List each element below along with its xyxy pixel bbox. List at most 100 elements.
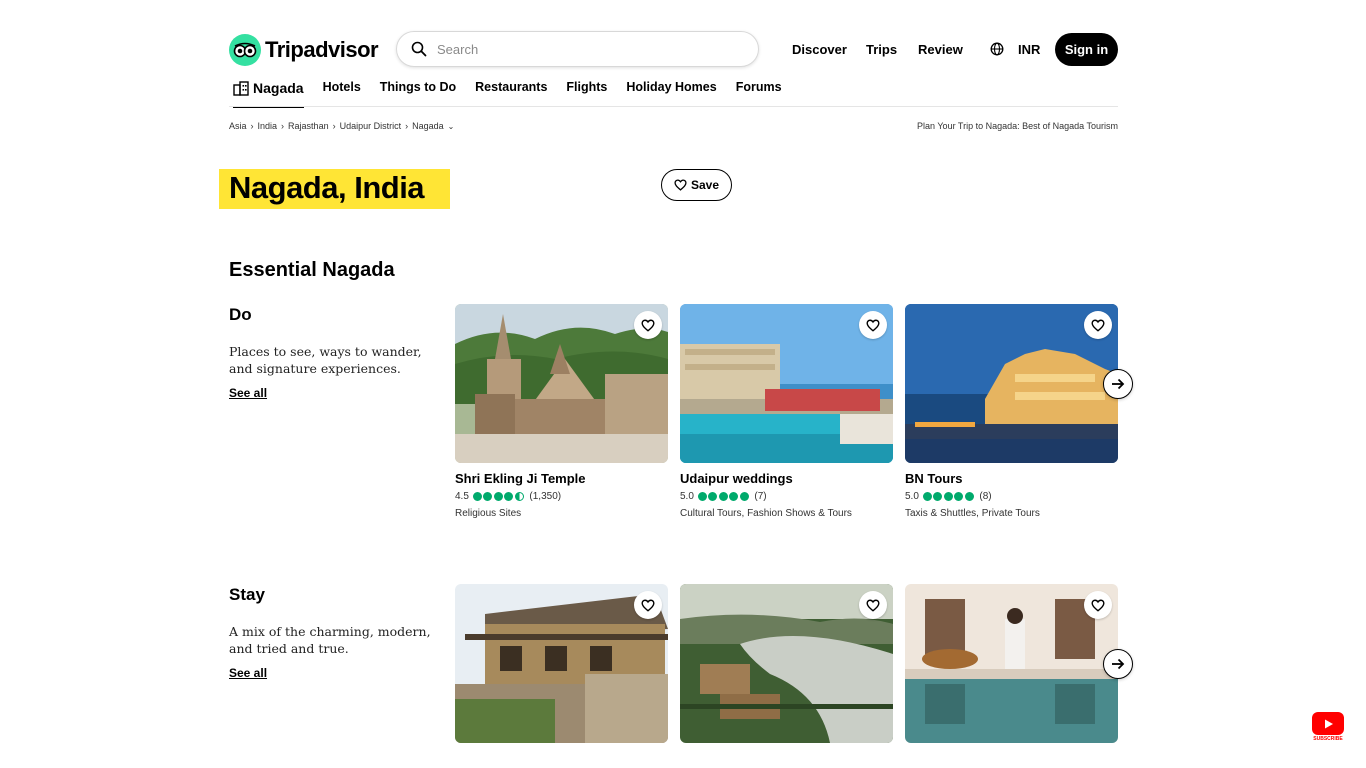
nav-review[interactable]: Review [918, 42, 963, 57]
attraction-card[interactable]: BN Tours 5.0 (8) Taxis & Shuttles, Priva… [905, 304, 1118, 519]
rating-score: 5.0 [680, 491, 694, 502]
heart-icon [1091, 599, 1105, 612]
chevron-right-icon: › [332, 121, 336, 131]
hotel-image[interactable] [680, 584, 893, 743]
carousel-next-button[interactable] [1103, 649, 1133, 679]
heart-icon [674, 179, 687, 191]
save-label: Save [690, 178, 720, 192]
review-count[interactable]: (7) [754, 491, 766, 502]
currency-selector[interactable]: INR [1018, 42, 1040, 57]
heart-icon [1091, 319, 1105, 332]
favorite-button[interactable] [1084, 591, 1112, 619]
rating-score: 5.0 [905, 491, 919, 502]
attraction-image[interactable] [455, 304, 668, 463]
tab-label: Restaurants [475, 80, 548, 94]
tab-label: Flights [566, 80, 608, 94]
tab-things-to-do[interactable]: Things to Do [380, 80, 456, 106]
nav-trips[interactable]: Trips [866, 42, 897, 57]
save-button[interactable]: Save [661, 169, 732, 201]
breadcrumb-rajasthan[interactable]: Rajasthan [288, 121, 329, 131]
tab-label: Things to Do [379, 80, 457, 94]
plan-trip-text: Plan Your Trip to Nagada: Best of Nagada… [917, 121, 1118, 131]
chevron-down-icon[interactable]: ⌄ [448, 122, 455, 131]
tab-label: Forums [735, 80, 782, 94]
tab-restaurants[interactable]: Restaurants [475, 80, 547, 106]
favorite-button[interactable] [859, 591, 887, 619]
arrow-right-icon [1112, 378, 1125, 390]
nav-discover[interactable]: Discover [792, 42, 847, 57]
favorite-button[interactable] [1084, 311, 1112, 339]
tab-nagada[interactable]: Nagada [233, 80, 304, 108]
stay-see-all-link[interactable]: See all [229, 666, 267, 680]
city-icon [233, 81, 249, 96]
rating-bubbles-icon [922, 492, 976, 501]
review-count[interactable]: (8) [979, 491, 991, 502]
attraction-tags: Cultural Tours, Fashion Shows & Tours [680, 508, 852, 519]
hotel-card[interactable] [905, 584, 1118, 743]
chevron-right-icon: › [281, 121, 285, 131]
do-see-all-link[interactable]: See all [229, 386, 267, 400]
do-title: Do [229, 305, 252, 324]
rating: 4.5 (1,350) [455, 491, 668, 502]
favorite-button[interactable] [634, 311, 662, 339]
chevron-right-icon: › [405, 121, 409, 131]
rating: 5.0 (7) [680, 491, 893, 502]
attraction-card[interactable]: Shri Ekling Ji Temple 4.5 (1,350) Religi… [455, 304, 668, 519]
breadcrumb-udaipur-district[interactable]: Udaipur District [340, 121, 402, 131]
chevron-right-icon: › [250, 121, 254, 131]
globe-icon[interactable] [990, 42, 1004, 61]
attraction-tags: Taxis & Shuttles, Private Tours [905, 508, 1040, 519]
rating-score: 4.5 [455, 491, 469, 502]
attraction-name[interactable]: Udaipur weddings [680, 471, 893, 486]
favorite-button[interactable] [634, 591, 662, 619]
tab-holiday-homes[interactable]: Holiday Homes [626, 80, 716, 106]
hotel-image[interactable] [455, 584, 668, 743]
tab-flights[interactable]: Flights [566, 80, 607, 106]
breadcrumb: Asia › India › Rajasthan › Udaipur District… [229, 121, 458, 131]
youtube-logo-icon [1312, 712, 1344, 735]
heart-icon [866, 599, 880, 612]
tab-label: Nagada [253, 80, 304, 96]
search-input[interactable] [435, 40, 729, 58]
page: Tripadvisor Discover Trips Review INR Si… [219, 0, 1133, 768]
rating: 5.0 (8) [905, 491, 1118, 502]
tab-hotels[interactable]: Hotels [323, 80, 361, 106]
search-icon [411, 41, 427, 57]
favorite-button[interactable] [859, 311, 887, 339]
heart-icon [866, 319, 880, 332]
heart-icon [641, 599, 655, 612]
review-count[interactable]: (1,350) [529, 491, 561, 502]
hotel-image[interactable] [905, 584, 1118, 743]
breadcrumb-asia[interactable]: Asia [229, 121, 247, 131]
attraction-tags: Religious Sites [455, 508, 522, 519]
rating-bubbles-icon [697, 492, 751, 501]
brand-name: Tripadvisor [265, 37, 379, 62]
rating-bubbles-icon [472, 492, 526, 501]
heart-icon [641, 319, 655, 332]
attraction-card[interactable]: Udaipur weddings 5.0 (7) Cultural Tours,… [680, 304, 893, 519]
breadcrumb-india[interactable]: India [258, 121, 278, 131]
divider [229, 106, 1118, 107]
search-bar[interactable] [396, 31, 759, 67]
youtube-subscribe[interactable]: SUBSCRIBE [1311, 712, 1345, 742]
tab-forums[interactable]: Forums [736, 80, 782, 106]
sign-in-button[interactable]: Sign in [1055, 33, 1118, 66]
attraction-image[interactable] [905, 304, 1118, 463]
attraction-name[interactable]: BN Tours [905, 471, 1118, 486]
attraction-name[interactable]: Shri Ekling Ji Temple [455, 471, 668, 486]
owl-logo-icon [229, 34, 261, 66]
tab-label: Holiday Homes [626, 80, 717, 94]
attraction-image[interactable] [680, 304, 893, 463]
tab-label: Hotels [322, 80, 361, 94]
breadcrumb-nagada[interactable]: Nagada [412, 121, 444, 131]
do-description: Places to see, ways to wander, and signa… [229, 344, 422, 376]
hotel-card[interactable] [455, 584, 668, 743]
stay-description: A mix of the charming, modern, and tried… [229, 624, 431, 656]
stay-title: Stay [229, 585, 265, 604]
tripadvisor-logo[interactable]: Tripadvisor [229, 34, 379, 66]
carousel-next-button[interactable] [1103, 369, 1133, 399]
sub-nav: Nagada Hotels Things to Do Restaurants F… [233, 80, 801, 108]
section-title: Essential Nagada [229, 259, 395, 281]
subscribe-label: SUBSCRIBE [1313, 736, 1343, 742]
hotel-card[interactable] [680, 584, 893, 743]
